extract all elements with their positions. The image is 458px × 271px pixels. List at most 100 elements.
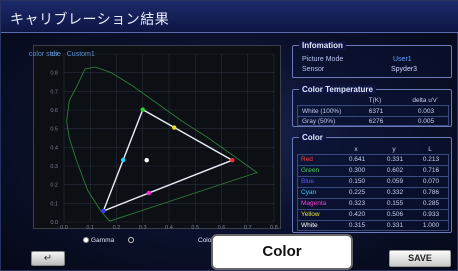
calibration-result-window: キャリブレーション結果 0.0 0.1 0.2 0.3 0.4 0.5 0.6 0.7 0.8 0… <box>0 0 458 271</box>
x-tick-label: 0.5 <box>191 225 199 230</box>
point-magenta <box>146 190 151 196</box>
point-red <box>230 158 235 163</box>
x-tick-label: 0.6 <box>218 225 226 230</box>
point-yellow <box>172 125 177 130</box>
header-x: x <box>354 146 358 153</box>
color-row-y: 0.331 <box>386 222 404 229</box>
save-button[interactable]: SAVE <box>389 250 451 267</box>
point-white <box>144 158 149 163</box>
color-row-x: 0.420 <box>348 211 366 218</box>
header-y: y <box>392 146 396 153</box>
color-row-label: Green <box>301 167 320 174</box>
header-l: L <box>428 146 432 153</box>
color-temperature-panel: Color Temperature T(K) delta u'v' White … <box>292 85 452 127</box>
color-row-label: Yellow <box>301 211 320 218</box>
color-row-label: White <box>301 222 318 229</box>
white-row-label: White (100%) <box>302 108 342 115</box>
row-divider <box>298 209 448 210</box>
color-row-y: 0.332 <box>386 189 404 196</box>
color-row-x: 0.225 <box>348 189 366 196</box>
color-row-x: 0.315 <box>348 222 366 229</box>
row-divider <box>298 220 448 221</box>
color-row-l: 0.070 <box>422 178 440 185</box>
color-row-y: 0.602 <box>386 167 404 174</box>
gray-row-label: Gray (50%) <box>302 118 336 125</box>
y-tick-label: 0.1 <box>50 201 58 207</box>
white-row-t: 6371 <box>368 108 384 115</box>
radio-color-temp-dot <box>128 237 134 244</box>
color-row-label: Magenta <box>301 200 327 207</box>
row-divider <box>298 116 448 117</box>
color-row-x: 0.641 <box>348 156 366 163</box>
color-callout: Color <box>211 234 353 270</box>
sensor-label: Sensor <box>302 66 325 73</box>
point-cyan <box>120 157 126 163</box>
color-row-l: 0.933 <box>422 211 440 218</box>
x-tick-label: 0.8 <box>270 225 278 230</box>
radio-gamma-label: Gamma <box>91 237 115 244</box>
sensor-value: Spyder3 <box>391 66 418 73</box>
y-tick-label: 0.8 <box>50 71 58 77</box>
color-row-l: 0.786 <box>422 189 440 196</box>
color-row-y: 0.331 <box>386 156 404 163</box>
cie-chart-panel: 0.0 0.1 0.2 0.3 0.4 0.5 0.6 0.7 0.8 0.9 0.8 0.7 0.6 0… <box>33 45 281 230</box>
y-tick-label: 0.7 <box>50 89 58 95</box>
window-title: キャリブレーション結果 <box>10 11 170 27</box>
color-row-y: 0.506 <box>386 211 404 218</box>
radio-gamma-dot <box>83 237 89 244</box>
y-tick-label: 0.4 <box>50 145 58 151</box>
row-divider <box>298 165 448 166</box>
y-tick-label: 0.5 <box>50 127 58 133</box>
gray-row-delta: 0.005 <box>417 118 435 125</box>
gray-row-t: 6276 <box>368 118 384 125</box>
chart-caption-mode: Custom1 <box>66 51 95 58</box>
white-row-delta: 0.003 <box>417 108 435 115</box>
chart-caption: color stdie Custom1 <box>29 51 95 58</box>
color-row-y: 0.059 <box>386 178 404 185</box>
x-tick-label: 0.3 <box>139 225 147 230</box>
y-tick-label: 0.0 <box>50 220 58 226</box>
row-divider <box>298 176 448 177</box>
color-row-y: 0.155 <box>386 200 404 207</box>
spectral-locus <box>66 66 258 222</box>
color-temperature-table: White (100%) 6371 0.003 Gray (50%) 6276 … <box>297 105 449 126</box>
color-row-l: 0.213 <box>422 156 440 163</box>
color-row-label: Blue <box>301 178 315 185</box>
x-tick-label: 0.1 <box>86 225 94 230</box>
point-blue <box>101 208 106 214</box>
color-row-x: 0.323 <box>348 200 366 207</box>
row-divider <box>298 198 448 199</box>
picture-mode-value: User1 <box>393 56 412 63</box>
color-row-label: Red <box>301 156 313 163</box>
color-table: Red 0.641 0.331 0.213 Green 0.300 0.602 0.716 Bl… <box>297 154 449 231</box>
radio-gamma[interactable]: Gamma <box>83 237 114 244</box>
back-button[interactable]: ↵ <box>31 251 65 266</box>
y-tick-label: 0.3 <box>50 164 58 170</box>
picture-mode-label: Picture Mode <box>302 56 344 63</box>
header-tk: T(K) <box>368 97 382 104</box>
color-temperature-title: Color Temperature <box>299 85 376 94</box>
color-row-label: Cyan <box>301 189 317 196</box>
color-row-x: 0.300 <box>348 167 366 174</box>
color-panel: Color x y L Red 0.641 0.331 0.213 Green 0.300… <box>292 133 452 233</box>
x-tick-label: 0.7 <box>244 225 252 230</box>
y-tick-label: 0.2 <box>50 183 58 189</box>
title-bar: キャリブレーション結果 <box>1 1 458 33</box>
information-panel: Infomation Picture Mode User1 Sensor Spy… <box>292 41 452 78</box>
color-row-l: 0.716 <box>422 167 440 174</box>
information-title: Infomation <box>299 41 346 50</box>
color-row-l: 0.285 <box>422 200 440 207</box>
chart-caption-label: color stdie <box>29 51 61 58</box>
cie-chart: 0.0 0.1 0.2 0.3 0.4 0.5 0.6 0.7 0.80.90.80.70.60… <box>50 52 278 230</box>
color-row-x: 0.150 <box>348 178 366 185</box>
return-arrow-icon: ↵ <box>43 253 53 264</box>
x-tick-label: 0.0 <box>60 225 68 230</box>
color-row-l: 1.000 <box>422 222 440 229</box>
x-tick-label: 0.4 <box>165 225 173 230</box>
row-divider <box>298 187 448 188</box>
y-tick-label: 0.6 <box>50 108 58 114</box>
header-delta: delta u'v' <box>412 97 438 104</box>
x-tick-label: 0.2 <box>113 225 121 230</box>
color-panel-title: Color <box>299 133 326 142</box>
point-green <box>140 107 145 112</box>
